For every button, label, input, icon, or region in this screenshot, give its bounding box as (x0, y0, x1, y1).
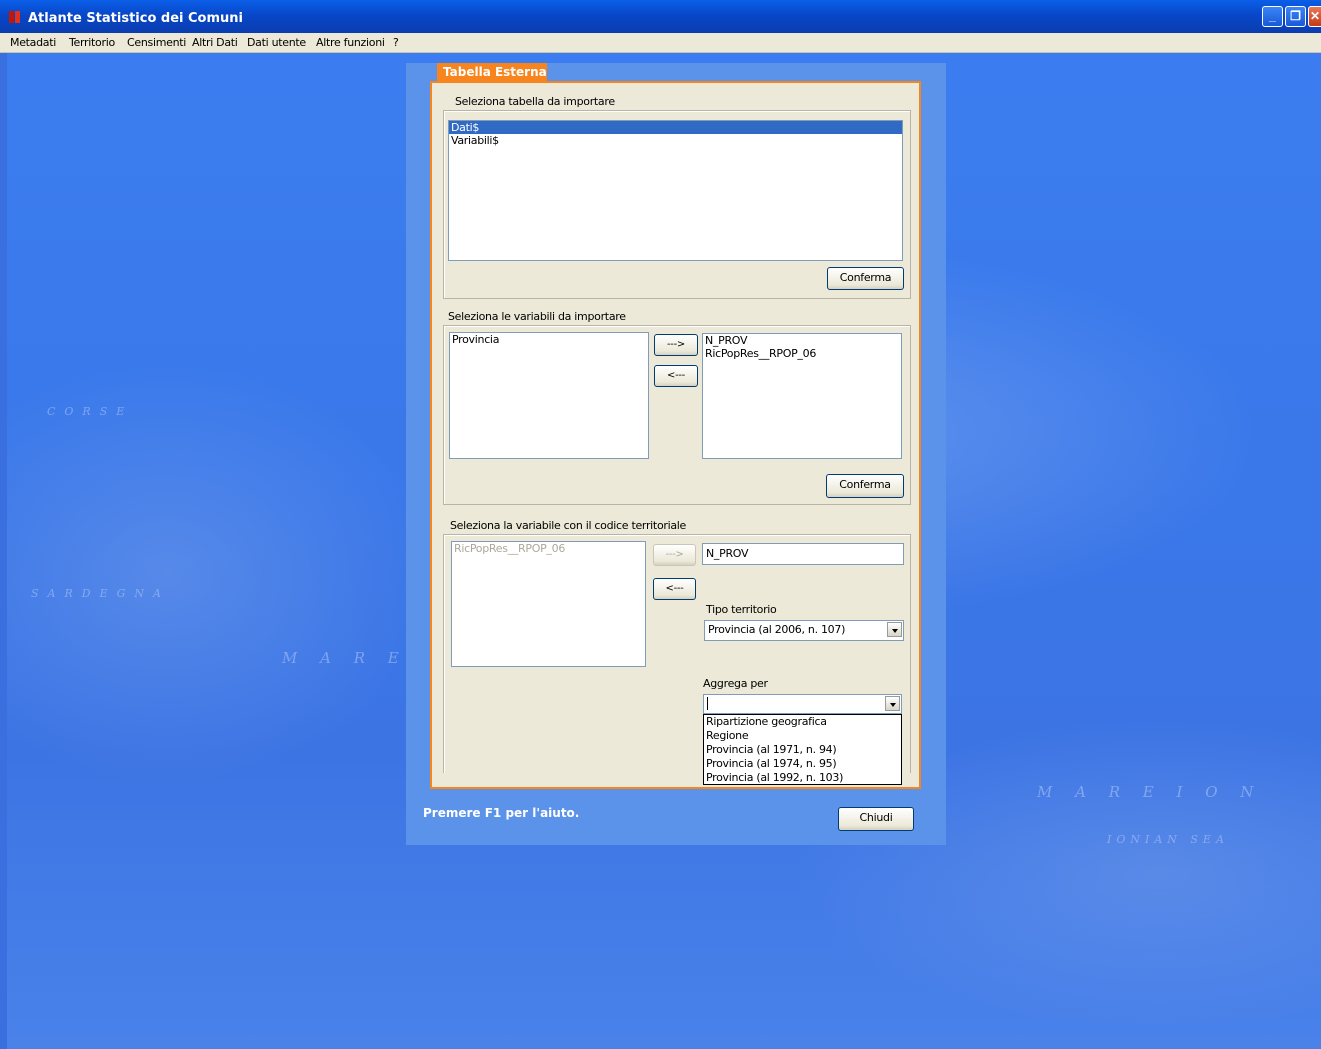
map-label: M A R E (282, 649, 408, 667)
menu-territorio[interactable]: Territorio (69, 36, 115, 49)
menu-censimenti[interactable]: Censimenti (127, 36, 186, 49)
list-item[interactable]: RicPopRes__RPOP_06 (703, 347, 901, 360)
aggrega-per-dropdown: Ripartizione geografica Regione Provinci… (703, 714, 902, 785)
tipo-territorio-value: Provincia (al 2006, n. 107) (708, 623, 846, 636)
dropdown-option[interactable]: Provincia (al 1992, n. 103) (704, 771, 901, 785)
dropdown-option[interactable]: Provincia (al 1974, n. 95) (704, 757, 901, 771)
map-label: SARDEGNA (31, 587, 170, 600)
menu-altri-dati[interactable]: Altri Dati (192, 36, 238, 49)
minimize-icon: _ (1269, 9, 1276, 23)
territorial-code-field[interactable]: N_PROV (702, 543, 904, 565)
close-button[interactable]: Chiudi (838, 807, 914, 831)
list-item[interactable]: Provincia (450, 333, 648, 346)
restore-button[interactable]: ❐ (1285, 6, 1306, 27)
minimize-button[interactable]: _ (1262, 6, 1283, 27)
section-label: Seleziona le variabili da importare (448, 310, 626, 323)
map-label: CORSE (47, 405, 134, 418)
aggrega-per-select[interactable] (703, 694, 902, 714)
set-code-button[interactable]: ---> (653, 544, 696, 566)
chevron-down-icon[interactable] (885, 696, 900, 711)
window-title: Atlante Statistico dei Comuni (28, 11, 243, 26)
confirm-variables-button[interactable]: Conferma (826, 474, 904, 498)
menu-dati-utente[interactable]: Dati utente (247, 36, 306, 49)
help-hint: Premere F1 per l'aiuto. (423, 806, 580, 820)
remove-variable-button[interactable]: <--- (654, 365, 698, 387)
app-icon (9, 11, 21, 23)
list-item[interactable]: RicPopRes__RPOP_06 (452, 542, 645, 555)
aggrega-per-label: Aggrega per (703, 677, 768, 690)
selected-variables-list[interactable]: N_PROV RicPopRes__RPOP_06 (702, 333, 902, 459)
dropdown-option[interactable]: Regione (704, 729, 901, 743)
menu-altre-funzioni[interactable]: Altre funzioni (316, 36, 385, 49)
close-icon: ✕ (1309, 9, 1321, 23)
add-variable-button[interactable]: ---> (654, 334, 698, 356)
restore-icon: ❐ (1290, 9, 1301, 23)
map-label: IONIAN SEA (1107, 833, 1229, 846)
confirm-table-button[interactable]: Conferma (827, 267, 904, 290)
clear-code-button[interactable]: <--- (653, 578, 696, 600)
map-label: M A R E I O N (1037, 783, 1263, 801)
chevron-down-icon[interactable] (887, 622, 902, 637)
menu-bar: Metadati Territorio Censimenti Altri Dat… (0, 33, 1321, 53)
list-item[interactable]: Variabili$ (449, 134, 902, 147)
table-list[interactable]: Dati$ Variabili$ (448, 120, 903, 261)
menu-metadati[interactable]: Metadati (10, 36, 56, 49)
dropdown-option[interactable]: Provincia (al 1971, n. 94) (704, 743, 901, 757)
list-item[interactable]: Dati$ (449, 121, 902, 134)
title-bar: Atlante Statistico dei Comuni _ ❐ ✕ (0, 0, 1321, 33)
tipo-territorio-select[interactable]: Provincia (al 2006, n. 107) (704, 620, 904, 641)
tab-tabella-esterna[interactable]: Tabella Esterna (437, 63, 547, 82)
dropdown-option[interactable]: Ripartizione geografica (704, 715, 901, 729)
tipo-territorio-label: Tipo territorio (706, 603, 777, 616)
text-caret (707, 697, 708, 710)
menu-help[interactable]: ? (393, 36, 399, 49)
section-label: Seleziona la variabile con il codice ter… (450, 519, 687, 532)
section-label: Seleziona tabella da importare (455, 95, 615, 108)
available-variables-list[interactable]: Provincia (449, 332, 649, 459)
close-window-button[interactable]: ✕ (1308, 6, 1321, 27)
code-source-list[interactable]: RicPopRes__RPOP_06 (451, 541, 646, 667)
list-item[interactable]: N_PROV (703, 334, 901, 347)
